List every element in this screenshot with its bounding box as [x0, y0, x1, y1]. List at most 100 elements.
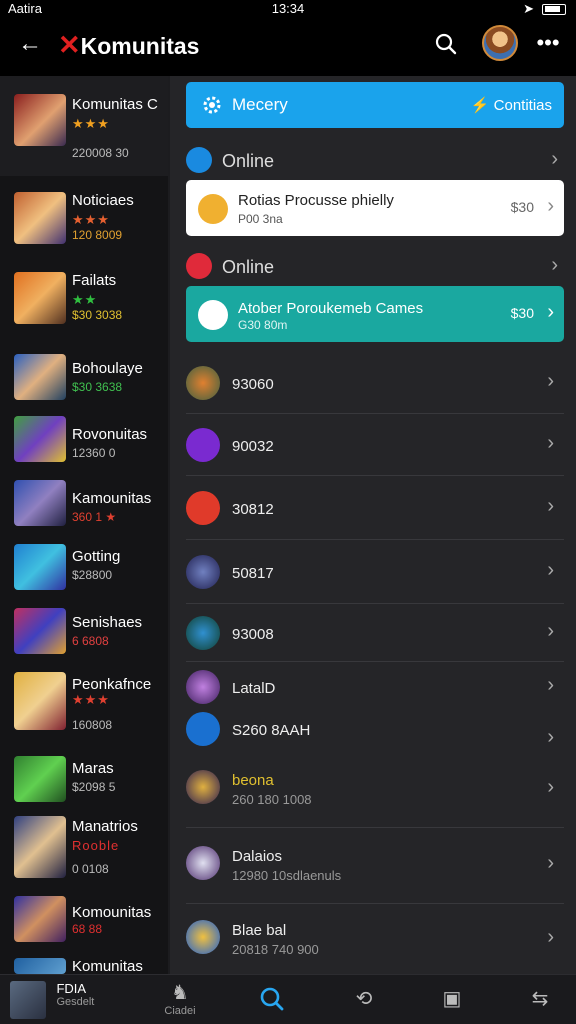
app-bar: ← ✕Komunitas ••• [0, 18, 576, 76]
game-thumbnail [14, 192, 66, 244]
bottom-navigation: FDIA Gesdelt ♞ Ciadei ⟲ ▣ ⇆ [0, 974, 576, 1024]
chevron-right-icon: › [547, 301, 554, 323]
nav-search[interactable] [242, 981, 302, 1021]
banner[interactable]: Mecery ⚡ Contitias [186, 82, 564, 128]
community-icon [186, 491, 220, 525]
community-sidebar: Komunitas C ★★★ 220008 30 Noticiaes ★★★ … [0, 76, 168, 974]
avatar[interactable] [482, 25, 518, 61]
game-thumbnail [14, 272, 66, 324]
online-icon [186, 253, 212, 279]
sidebar-item[interactable]: Gotting $28800 [0, 544, 168, 596]
chevron-right-icon: › [547, 195, 554, 217]
sidebar-item[interactable]: Komunitas [0, 958, 168, 974]
list-item[interactable]: LatalD › [186, 662, 564, 710]
community-icon [186, 366, 220, 400]
sidebar-item[interactable]: Kamounitas 360 1 ★ [0, 480, 168, 532]
section-header-online[interactable]: Online › [186, 146, 564, 176]
featured-card[interactable]: Atober Poroukemeb Cames G30 80m $30 › [186, 286, 564, 342]
arrow-left-icon: ← [18, 30, 42, 57]
list-item[interactable]: 90032 › [186, 414, 564, 476]
game-thumbnail [14, 958, 66, 974]
chevron-right-icon: › [551, 148, 558, 170]
game-thumbnail [14, 896, 66, 942]
list-item[interactable]: 93060 › [186, 352, 564, 414]
community-icon [186, 712, 220, 746]
community-icon [186, 670, 220, 704]
search-icon [435, 33, 457, 55]
game-thumbnail [14, 756, 66, 802]
chevron-right-icon: › [547, 495, 554, 517]
sidebar-item[interactable]: Manatrios Rooble 0 0108 [0, 816, 168, 882]
game-thumbnail [14, 672, 66, 730]
bag-icon: ▣ [442, 988, 462, 1010]
game-thumbnail [14, 94, 66, 146]
profile-thumbnail [10, 981, 46, 1019]
chevron-right-icon: › [547, 620, 554, 642]
list-item[interactable]: 50817 › [186, 540, 564, 604]
community-icon: ⟲ [355, 988, 373, 1010]
list-item[interactable]: beona 260 180 1008 › [186, 752, 564, 828]
section-header-online[interactable]: Online › [186, 252, 564, 282]
main-panel: Mecery ⚡ Contitias Online › Rotias Procu… [170, 76, 576, 974]
list-item[interactable]: S260 8AAH › [186, 710, 564, 752]
chevron-right-icon: › [547, 674, 554, 696]
search-button[interactable] [432, 30, 460, 58]
game-thumbnail [14, 354, 66, 400]
sidebar-item[interactable]: Rovonuitas 12360 0 [0, 416, 168, 468]
sidebar-item[interactable]: Noticiaes ★★★ 120 8009 [0, 192, 168, 254]
online-icon [186, 147, 212, 173]
sidebar-item[interactable]: Peonkafnce ★★★ 160808 [0, 672, 168, 734]
brand-x-icon: ✕ [58, 30, 81, 60]
clock: 13:34 [271, 1, 305, 16]
community-icon [186, 846, 220, 880]
game-icon: ♞ [171, 982, 189, 1004]
back-button[interactable]: ← [16, 30, 44, 58]
chevron-right-icon: › [547, 852, 554, 874]
search-icon [260, 987, 284, 1011]
sidebar-item[interactable]: Komounitas 68 88 [0, 896, 168, 948]
sidebar-item[interactable]: Maras $2098 5 [0, 756, 168, 808]
status-icons: ➤ [523, 1, 566, 17]
gear-icon [203, 96, 221, 114]
game-thumbnail [14, 544, 66, 590]
chevron-right-icon: › [547, 726, 554, 748]
game-thumbnail [14, 816, 66, 878]
nav-bag[interactable]: ▣ [422, 981, 482, 1021]
list-item[interactable]: 30812 › [186, 476, 564, 540]
chevron-right-icon: › [547, 559, 554, 581]
list-item[interactable]: Blae bal 20818 740 900 › [186, 904, 564, 974]
nav-games[interactable]: ♞ Ciadei [150, 981, 210, 1021]
featured-card[interactable]: Rotias Procusse phielly P00 3na $30 › [186, 180, 564, 236]
community-icon [186, 770, 220, 804]
chevron-right-icon: › [547, 432, 554, 454]
banner-label: Mecery [232, 95, 288, 114]
sidebar-item[interactable]: Senishaes 6 6808 [0, 608, 168, 660]
inbox-icon: ⇆ [531, 988, 549, 1010]
chevron-right-icon: › [547, 926, 554, 948]
nav-profile[interactable]: FDIA Gesdelt [10, 981, 120, 1021]
more-button[interactable]: ••• [534, 30, 562, 58]
location-icon: ➤ [523, 1, 534, 16]
more-icon: ••• [536, 30, 560, 55]
status-bar: Aatira 13:34 ➤ [0, 0, 576, 18]
sidebar-item[interactable]: Komunitas C ★★★ 220008 30 [0, 76, 168, 176]
nav-inbox[interactable]: ⇆ [510, 981, 570, 1021]
chevron-right-icon: › [547, 776, 554, 798]
banner-action[interactable]: ⚡ Contitias [471, 96, 552, 114]
community-icon [186, 616, 220, 650]
community-icon [186, 428, 220, 462]
sidebar-item[interactable]: Failats ★★ $30 3038 [0, 272, 168, 334]
game-logo-icon [198, 300, 228, 330]
list-item[interactable]: 93008 › [186, 604, 564, 662]
sidebar-item[interactable]: Bohoulaye $30 3638 [0, 354, 168, 406]
chevron-right-icon: › [551, 254, 558, 276]
community-icon [186, 555, 220, 589]
game-thumbnail [14, 480, 66, 526]
community-icon [186, 920, 220, 954]
game-thumbnail [14, 608, 66, 654]
game-thumbnail [14, 416, 66, 462]
nav-community[interactable]: ⟲ [334, 981, 394, 1021]
page-title: ✕Komunitas [58, 30, 200, 60]
battery-icon [542, 3, 566, 15]
list-item[interactable]: Dalaios 12980 10sdlaenuls › [186, 828, 564, 904]
